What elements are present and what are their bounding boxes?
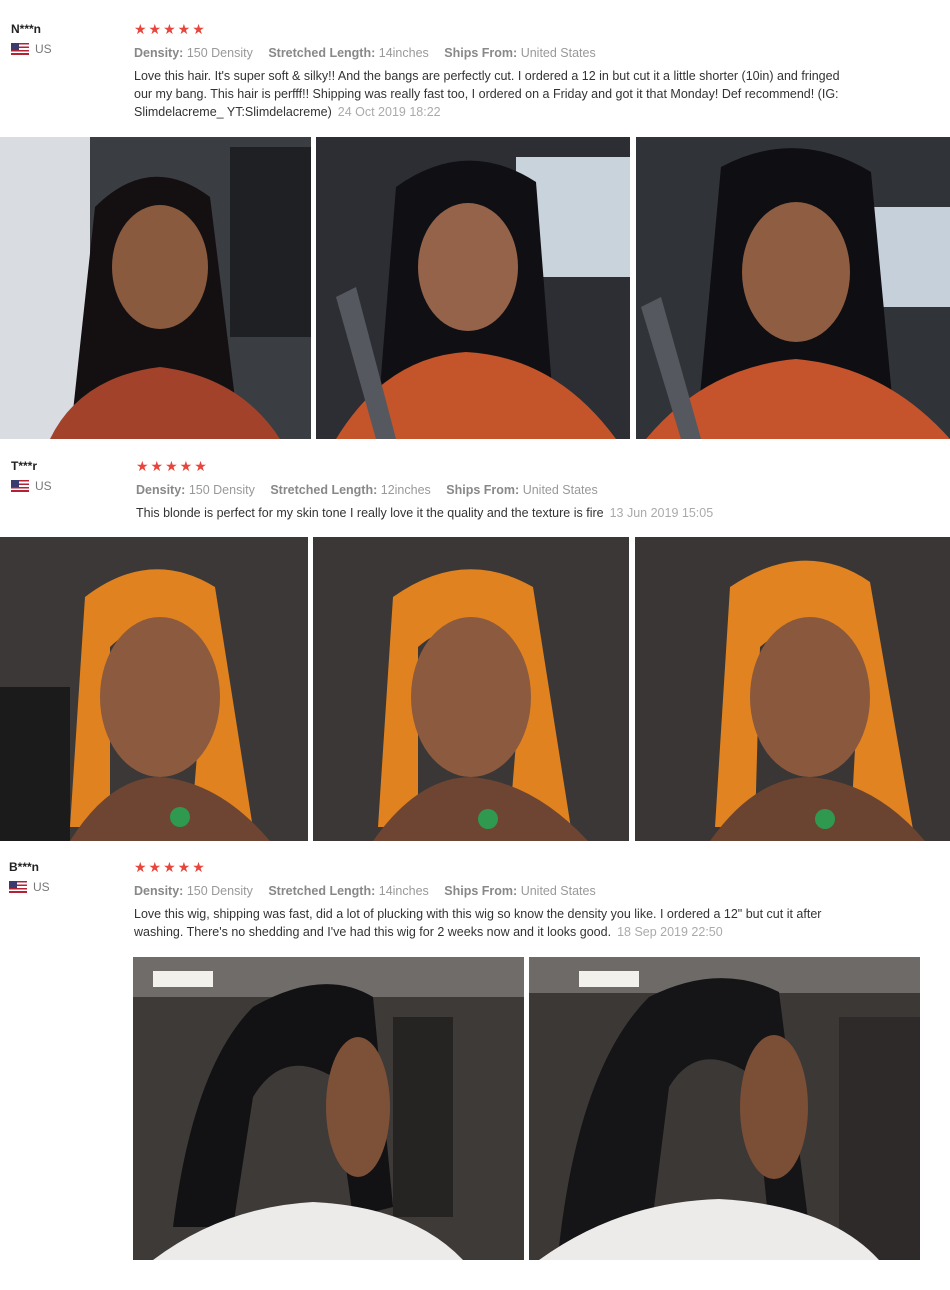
review-text: Love this wig, shipping was fast, did a …	[134, 905, 854, 941]
reviewer-country: US	[9, 880, 50, 894]
review-content: ★★★★★ Density: 150 Density Stretched Len…	[134, 22, 924, 121]
length-label: Stretched Length:	[268, 884, 376, 898]
reviewer-country: US	[11, 479, 52, 493]
length-label: Stretched Length:	[268, 46, 376, 60]
reviewer-name: B***n	[9, 860, 40, 874]
review-photo[interactable]	[316, 137, 630, 439]
review-content: ★★★★★ Density: 150 Density Stretched Len…	[136, 459, 926, 522]
review-photo[interactable]	[313, 537, 629, 841]
star-rating: ★★★★★	[134, 21, 207, 37]
reviewer-name: T***r	[11, 459, 38, 473]
review-attributes: Density: 150 Density Stretched Length: 1…	[134, 46, 924, 60]
review-body: This blonde is perfect for my skin tone …	[136, 506, 604, 520]
star-rating: ★★★★★	[136, 458, 209, 474]
review-photo[interactable]	[635, 537, 950, 841]
review-photo[interactable]	[636, 137, 950, 439]
ships-label: Ships From:	[444, 46, 518, 60]
reviewer-country: US	[11, 42, 52, 56]
ships-value: United States	[520, 46, 596, 60]
length-value: 12inches	[380, 483, 431, 497]
length-value: 14inches	[378, 46, 429, 60]
reviewer-info: N***n US	[11, 22, 52, 56]
ships-label: Ships From:	[446, 483, 520, 497]
us-flag-icon	[9, 881, 27, 893]
country-code: US	[33, 880, 50, 894]
density-label: Density:	[134, 884, 184, 898]
ships-value: United States	[522, 483, 598, 497]
review-date: 18 Sep 2019 22:50	[617, 925, 723, 939]
reviewer-name: N***n	[11, 22, 42, 36]
review-photo[interactable]	[0, 137, 311, 439]
star-rating: ★★★★★	[134, 859, 207, 875]
review-text: Love this hair. It's super soft & silky!…	[134, 67, 844, 121]
density-value: 150 Density	[186, 46, 253, 60]
review-content: ★★★★★ Density: 150 Density Stretched Len…	[134, 860, 924, 941]
ships-label: Ships From:	[444, 884, 518, 898]
length-value: 14inches	[378, 884, 429, 898]
density-value: 150 Density	[186, 884, 253, 898]
ships-value: United States	[520, 884, 596, 898]
review-text: This blonde is perfect for my skin tone …	[136, 504, 896, 522]
review-photo[interactable]	[133, 957, 524, 1260]
reviewer-info: B***n US	[9, 860, 50, 894]
review-date: 13 Jun 2019 15:05	[609, 506, 714, 520]
country-code: US	[35, 42, 52, 56]
density-label: Density:	[134, 46, 184, 60]
review-attributes: Density: 150 Density Stretched Length: 1…	[136, 483, 926, 497]
reviewer-info: T***r US	[11, 459, 52, 493]
review-body: Love this hair. It's super soft & silky!…	[134, 69, 840, 119]
review-photo[interactable]	[0, 537, 308, 841]
density-label: Density:	[136, 483, 186, 497]
country-code: US	[35, 479, 52, 493]
review-photo[interactable]	[529, 957, 920, 1260]
length-label: Stretched Length:	[270, 483, 378, 497]
review-attributes: Density: 150 Density Stretched Length: 1…	[134, 884, 924, 898]
density-value: 150 Density	[188, 483, 255, 497]
review-date: 24 Oct 2019 18:22	[337, 105, 441, 119]
us-flag-icon	[11, 480, 29, 492]
us-flag-icon	[11, 43, 29, 55]
